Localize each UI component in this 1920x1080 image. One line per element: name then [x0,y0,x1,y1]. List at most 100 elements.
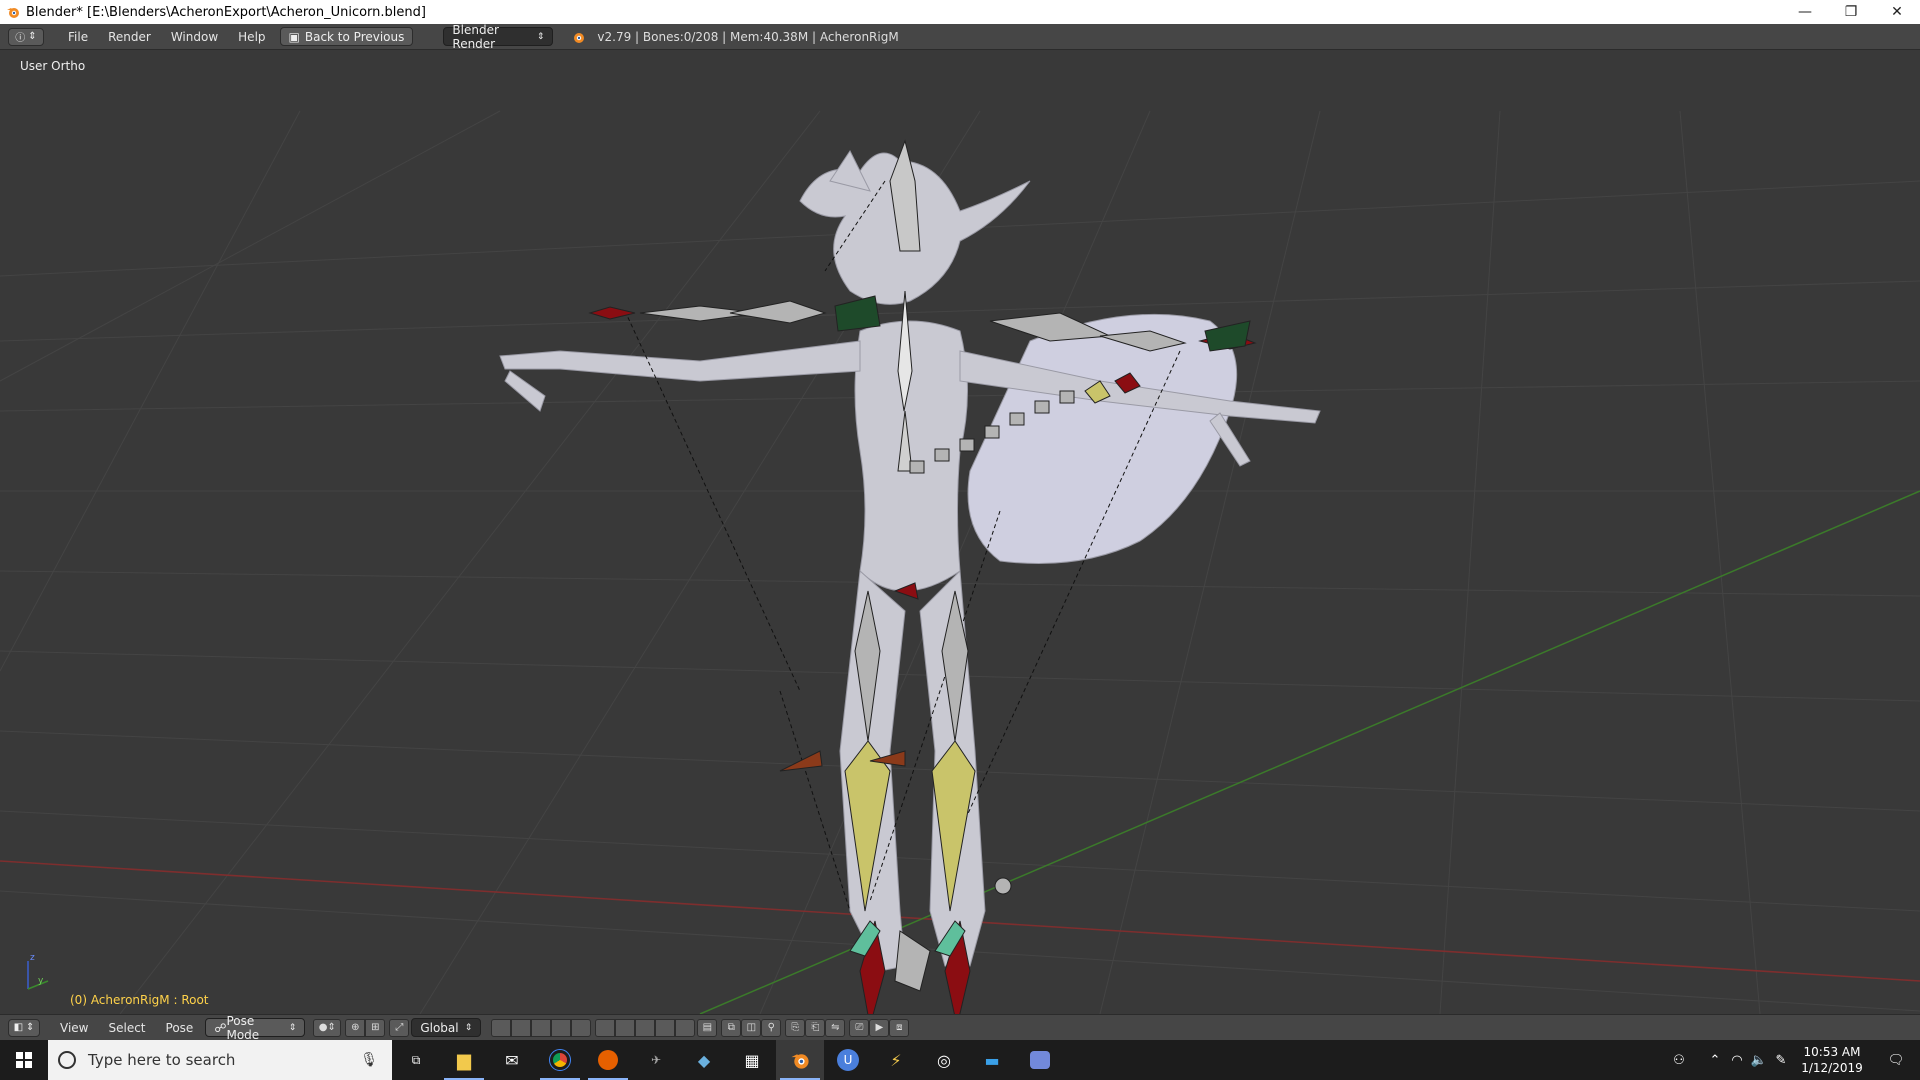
taskbar-app-firefox[interactable] [584,1040,632,1080]
menu-view[interactable]: View [50,1021,98,1035]
taskbar-app-u[interactable]: U [824,1040,872,1080]
taskbar-app-chrome[interactable] [536,1040,584,1080]
taskbar-app-discord[interactable] [1016,1040,1064,1080]
sketch-icon: ◆ [697,1050,711,1070]
active-object-info: (0) AcheronRigM : Root [70,993,209,1007]
taskbar-app-thunder[interactable]: ⚡ [872,1040,920,1080]
paste-pose-icon[interactable]: ⎗ [805,1018,826,1037]
u-app-icon: U [837,1049,859,1071]
chevron-updown-icon: ⇕ [26,1022,35,1033]
mail-icon: ✉ [505,1050,519,1070]
clock[interactable]: 10:53 AM 1/12/2019 [1792,1044,1872,1076]
back-to-previous-button[interactable]: ▣ Back to Previous [279,27,414,46]
axis-y-label: y [38,976,44,986]
manipulator-icon[interactable]: ⊞ [365,1018,386,1037]
microphone-icon[interactable]: 🎙 [360,1052,378,1068]
auto-ik-icon[interactable]: ⚲ [761,1018,782,1037]
taskbar-app-file-explorer[interactable]: ▆ [440,1040,488,1080]
layer-icon[interactable] [615,1018,636,1037]
render-engine-select[interactable]: Blender Render ⇕ [443,23,554,51]
restore-button[interactable]: ❐ [1828,0,1874,24]
layer-icon[interactable] [491,1018,512,1037]
windows-taskbar: Type here to search 🎙 ⧉ ▆ ✉ ✈ ◆ ▦ U ⚡ ◎ … [0,1040,1920,1080]
layer-icon[interactable] [635,1018,656,1037]
taskbar-app-blender[interactable] [776,1040,824,1080]
paste-flipped-icon[interactable]: ⇋ [825,1018,846,1037]
search-placeholder: Type here to search [88,1051,236,1069]
layer-icon[interactable] [675,1018,696,1037]
shading-select[interactable]: ●⇕ [313,1018,342,1037]
blender-logo-icon [7,8,19,18]
editor-type-selector[interactable]: ◧ ⇕ [8,1018,40,1037]
menu-render[interactable]: Render [98,30,161,44]
viewport-icon: ◧ [13,1022,24,1033]
menu-window[interactable]: Window [161,30,228,44]
folder-icon: ▆ [457,1049,471,1071]
taskbar-app-monitor[interactable]: ▬ [968,1040,1016,1080]
orientation-label: Global [420,1020,459,1035]
taskbar-search[interactable]: Type here to search 🎙 [48,1040,392,1080]
transform-orientation-icon[interactable]: ⤢ [389,1018,410,1037]
taskbar-app-mail[interactable]: ✉ [488,1040,536,1080]
info-icon: ⓘ [15,33,26,44]
taskbar-app-sketch[interactable]: ◆ [680,1040,728,1080]
pen-icon[interactable]: ✎ [1770,1040,1792,1080]
layer-icon[interactable] [595,1018,616,1037]
back-to-previous-label: Back to Previous [304,29,405,44]
menu-select[interactable]: Select [98,1021,155,1035]
chrome-icon [549,1049,571,1071]
window-titlebar: Blender* [E:\Blenders\AcheronExport\Ache… [0,0,1920,24]
layer-icon[interactable] [531,1018,552,1037]
pivot-point-icon[interactable]: ⊕ [345,1018,366,1037]
chevron-up-icon[interactable]: ⌃ [1704,1040,1726,1080]
copy-pose-icon[interactable]: ⎘ [785,1018,806,1037]
people-icon[interactable]: ⚇ [1668,1040,1690,1080]
pose-library-icon[interactable]: ⧉ [721,1018,742,1037]
clock-date: 1/12/2019 [1801,1061,1863,1075]
taskbar-app-calculator[interactable]: ▦ [728,1040,776,1080]
orientation-select[interactable]: Global ⇕ [411,1018,482,1037]
menu-file[interactable]: File [58,30,98,44]
snap-icon[interactable]: ⧈ [889,1018,910,1037]
close-button[interactable]: ✕ [1874,0,1920,24]
character-mesh[interactable] [499,150,1321,972]
info-header: ⓘ ⇕ File Render Window Help ▣ Back to Pre… [0,23,1920,51]
task-view-button[interactable]: ⧉ [392,1040,440,1080]
volume-icon[interactable]: 🔈 [1748,1040,1770,1080]
calculator-icon: ▦ [744,1050,760,1070]
mode-select[interactable]: ☍ Pose Mode ⇕ [205,1014,306,1042]
taskbar-app-game[interactable]: ✈ [632,1040,680,1080]
wifi-icon[interactable]: ◠ [1726,1040,1748,1080]
chevron-updown-icon: ⇕ [28,31,37,42]
system-tray: ⚇ ⌃ ◠ 🔈 ✎ 10:53 AM 1/12/2019 🗨 [1668,1040,1920,1080]
mode-label: Pose Mode [226,1013,260,1042]
chevron-updown-icon: ⇕ [288,1022,297,1033]
pose-mode-icon: ☍ [214,1020,227,1035]
3d-viewport[interactable]: User Ortho z y (0) AcheronRigM : Root [0,51,1920,1014]
start-button[interactable] [0,1040,48,1080]
notification-icon[interactable]: 🗨 [1872,1040,1920,1080]
screen-icon: ▣ [288,29,300,44]
opengl-anim-icon[interactable]: ▶ [869,1018,890,1037]
menu-pose[interactable]: Pose [156,1021,204,1035]
blender-logo-icon [574,32,585,43]
opengl-render-icon[interactable]: ⎚ [849,1018,870,1037]
layer-icon[interactable] [571,1018,592,1037]
viewport-canvas[interactable] [0,51,1920,1014]
layers-group-1 [491,1018,592,1037]
discord-icon [1030,1051,1050,1069]
xray-icon[interactable]: ◫ [741,1018,762,1037]
layer-icon[interactable] [511,1018,532,1037]
taskbar-app-steam[interactable]: ◎ [920,1040,968,1080]
layer-icon[interactable] [655,1018,676,1037]
layer-icon[interactable] [551,1018,572,1037]
clock-time: 10:53 AM [1803,1045,1861,1059]
blender-logo-icon [791,1054,809,1069]
minimize-button[interactable]: — [1782,0,1828,24]
firefox-icon [598,1050,618,1070]
layer-lock-icon[interactable]: ▤ [697,1018,718,1037]
steam-icon: ◎ [937,1050,951,1070]
scene-stats: v2.79 | Bones:0/208 | Mem:40.38M | Acher… [597,29,899,44]
editor-type-selector[interactable]: ⓘ ⇕ [8,27,44,46]
menu-help[interactable]: Help [228,30,275,44]
